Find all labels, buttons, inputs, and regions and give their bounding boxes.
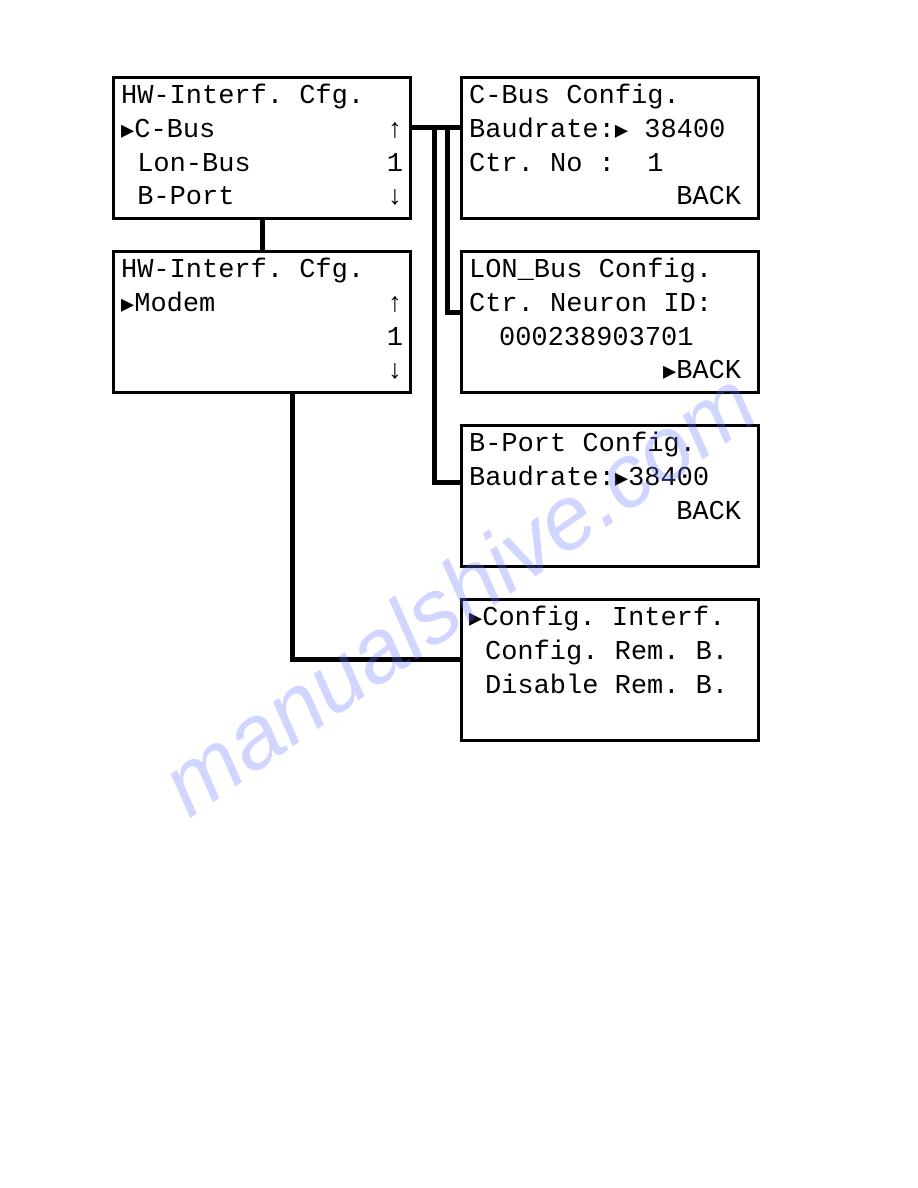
cbus-title: C-Bus Config. [469, 81, 751, 115]
bport-baudrate-row[interactable]: Baudrate:38400 [469, 463, 751, 497]
connector-line [445, 125, 450, 315]
screen-hwinterf-2: HW-Interf. Cfg. Modem 1 [112, 250, 412, 394]
cbus-ctrno-row[interactable]: Ctr. No : 1 [469, 149, 751, 183]
screen-lonbus-config: LON_Bus Config. Ctr. Neuron ID: 00023890… [460, 250, 760, 394]
cursor-icon [121, 116, 134, 146]
box1-row-bport[interactable]: B-Port [121, 182, 403, 216]
box2-row-blank2 [121, 356, 403, 390]
screen-cbus-config: C-Bus Config. Baudrate: 38400 Ctr. No : … [460, 76, 760, 220]
cursor-icon [469, 604, 482, 634]
cbus-back[interactable]: BACK [469, 182, 751, 216]
cursor-icon [121, 290, 134, 320]
lon-l1: Ctr. Neuron ID: [469, 289, 751, 323]
box2-row-modem[interactable]: Modem [121, 289, 403, 323]
down-arrow-icon [387, 356, 403, 390]
modem-l4[interactable]: Disable Rem. B. [469, 671, 751, 705]
screen-hwinterf-1: HW-Interf. Cfg. C-Bus Lon-Bus 1 B-Port [112, 76, 412, 220]
modem-l1[interactable]: Config. Interf. [469, 603, 751, 637]
down-arrow-icon [387, 182, 403, 216]
screen-modem-config: Config. Interf. Config. Rem. B. Disable … [460, 598, 760, 742]
connector-line [432, 125, 437, 485]
cursor-icon [615, 116, 628, 146]
box1-row-cbus[interactable]: C-Bus [121, 115, 403, 149]
cbus-baudrate-row[interactable]: Baudrate: 38400 [469, 115, 751, 149]
box2-title: HW-Interf. Cfg. [121, 255, 403, 289]
lon-title: LON_Bus Config. [469, 255, 751, 289]
box1-row-lonbus[interactable]: Lon-Bus 1 [121, 149, 403, 183]
connector-line [260, 220, 265, 250]
screen-bport-config: B-Port Config. Baudrate:38400 BACK [460, 424, 760, 568]
connector-line [290, 657, 462, 662]
up-arrow-icon [387, 115, 403, 149]
lon-back[interactable]: BACK [469, 356, 751, 390]
box2-row-blank1: 1 [121, 323, 403, 357]
connector-line [432, 480, 462, 485]
cursor-icon [615, 464, 628, 494]
modem-l3[interactable]: Config. Rem. B. [469, 637, 751, 671]
connector-line [290, 394, 295, 662]
bport-title: B-Port Config. [469, 429, 751, 463]
up-arrow-icon [387, 289, 403, 323]
box1-title: HW-Interf. Cfg. [121, 81, 403, 115]
bport-back[interactable]: BACK [469, 497, 751, 531]
cursor-icon [663, 357, 676, 387]
lon-l2: 000238903701 [469, 323, 751, 357]
